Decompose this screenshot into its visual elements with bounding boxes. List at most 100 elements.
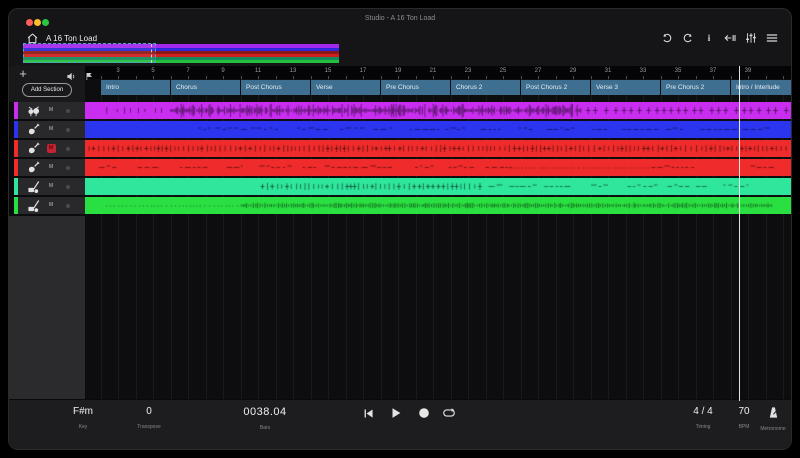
drums-icon xyxy=(27,104,40,117)
section-chip[interactable]: Verse xyxy=(311,80,380,95)
track-header[interactable]: M xyxy=(9,140,85,157)
metronome-control[interactable]: Metronome xyxy=(753,406,792,432)
track-lane[interactable] xyxy=(85,121,792,138)
undo-icon[interactable] xyxy=(661,32,673,44)
ruler-bar-label: 17 xyxy=(360,68,367,74)
guitar-icon xyxy=(27,142,40,155)
arrangement-area: + Add Section MMMMMM 3579111315171921232… xyxy=(9,66,792,401)
empty-header-area xyxy=(9,216,85,401)
record-button[interactable] xyxy=(416,405,432,421)
guitar-icon xyxy=(27,161,40,174)
key-label: Key xyxy=(53,424,113,430)
ruler-bar-label: 5 xyxy=(151,68,154,74)
redo-icon[interactable] xyxy=(682,32,694,44)
amp-guitar-icon xyxy=(27,180,40,193)
section-chip[interactable]: Pre Chorus 2 xyxy=(661,80,730,95)
track-waveform xyxy=(85,102,792,119)
track-lane[interactable] xyxy=(85,178,792,195)
bar-ruler[interactable]: 3579111315171921232527293133353739 xyxy=(85,66,792,79)
mute-button[interactable]: M xyxy=(47,144,56,153)
playhead[interactable] xyxy=(739,66,740,401)
speaker-icon[interactable] xyxy=(66,69,77,80)
song-overview-minimap[interactable] xyxy=(23,44,339,63)
metronome-icon xyxy=(753,406,792,419)
track-lane[interactable] xyxy=(85,102,792,119)
section-tools: + Add Section xyxy=(9,66,85,102)
track-lane[interactable] xyxy=(85,197,792,214)
ruler-bar-label: 33 xyxy=(640,68,647,74)
section-chip[interactable]: Chorus xyxy=(171,80,240,95)
section-chip[interactable]: Post Chorus 2 xyxy=(521,80,590,95)
ruler-bar-label: 31 xyxy=(605,68,612,74)
track-header[interactable]: M xyxy=(9,178,85,195)
track-header[interactable]: M xyxy=(9,159,85,176)
play-button[interactable] xyxy=(388,405,404,421)
monitor-dot-icon[interactable] xyxy=(66,147,71,152)
monitor-dot-icon[interactable] xyxy=(66,185,71,190)
track-lane[interactable] xyxy=(85,159,792,176)
ruler-bar-label: 19 xyxy=(395,68,402,74)
collapse-panel-icon[interactable] xyxy=(724,32,736,44)
track-header-body: M xyxy=(18,102,86,119)
guitar-icon xyxy=(27,123,40,136)
track-header-body: M xyxy=(18,178,86,195)
mute-button[interactable]: M xyxy=(47,125,56,134)
timeline-content: 3579111315171921232527293133353739 Intro… xyxy=(85,66,792,401)
mixer-icon[interactable] xyxy=(745,32,757,44)
app-window: Studio - A 16 Ton Load A 16 Ton Load i xyxy=(8,8,792,450)
track-waveform xyxy=(85,159,792,176)
key-value: F#m xyxy=(53,406,113,417)
header-toolbar: i xyxy=(661,32,778,44)
info-icon[interactable]: i xyxy=(703,32,715,44)
mute-button[interactable]: M xyxy=(47,163,56,172)
add-track-button[interactable]: + xyxy=(16,67,30,81)
track-header[interactable]: M xyxy=(9,102,85,119)
track-header-body: M xyxy=(18,140,86,157)
track-header-body: M xyxy=(18,121,86,138)
loop-button[interactable] xyxy=(441,405,457,421)
ruler-bar-label: 15 xyxy=(325,68,332,74)
section-chip[interactable]: Intro xyxy=(101,80,170,95)
track-header[interactable]: M xyxy=(9,121,85,138)
track-waveform xyxy=(85,178,792,195)
track-header[interactable]: M xyxy=(9,197,85,214)
ruler-bar-label: 37 xyxy=(710,68,717,74)
titlebar: Studio - A 16 Ton Load xyxy=(9,9,791,29)
window-title: Studio - A 16 Ton Load xyxy=(9,15,791,22)
ruler-bar-label: 13 xyxy=(290,68,297,74)
add-section-button[interactable]: Add Section xyxy=(22,83,72,97)
transpose-control[interactable]: 0 Transpose xyxy=(119,406,179,430)
track-header-body: M xyxy=(18,197,86,214)
track-header-panel: + Add Section M M M M M M xyxy=(9,66,85,401)
ruler-bar-label: 27 xyxy=(535,68,542,74)
mute-button[interactable]: M xyxy=(47,182,56,191)
monitor-dot-icon[interactable] xyxy=(66,109,71,114)
transpose-label: Transpose xyxy=(119,424,179,430)
monitor-dot-icon[interactable] xyxy=(66,128,71,133)
ruler-bar-label: 3 xyxy=(116,68,119,74)
menu-icon[interactable] xyxy=(766,32,778,44)
project-title: A 16 Ton Load xyxy=(46,34,97,43)
monitor-dot-icon[interactable] xyxy=(66,166,71,171)
ruler-bar-label: 9 xyxy=(221,68,224,74)
mute-button[interactable]: M xyxy=(47,201,56,210)
track-header-body: M xyxy=(18,159,86,176)
bars-label: Bars xyxy=(225,425,305,431)
key-control[interactable]: F#m Key xyxy=(53,406,113,430)
section-chip[interactable]: Verse 3 xyxy=(591,80,660,95)
track-waveform xyxy=(85,140,792,157)
minimap-viewport-selection[interactable] xyxy=(23,43,156,63)
bars-display[interactable]: 0038.04 Bars xyxy=(225,406,305,431)
section-chip[interactable]: Pre Chorus xyxy=(381,80,450,95)
ruler-bar-label: 35 xyxy=(675,68,682,74)
section-chip[interactable]: Post Chorus xyxy=(241,80,310,95)
track-waveform xyxy=(85,121,792,138)
skip-to-start-button[interactable] xyxy=(360,405,376,421)
monitor-dot-icon[interactable] xyxy=(66,204,71,209)
ruler-bar-label: 21 xyxy=(430,68,437,74)
track-lane[interactable] xyxy=(85,140,792,157)
transpose-value: 0 xyxy=(119,406,179,417)
mute-button[interactable]: M xyxy=(47,106,56,115)
bars-value: 0038.04 xyxy=(225,406,305,418)
section-chip[interactable]: Chorus 2 xyxy=(451,80,520,95)
